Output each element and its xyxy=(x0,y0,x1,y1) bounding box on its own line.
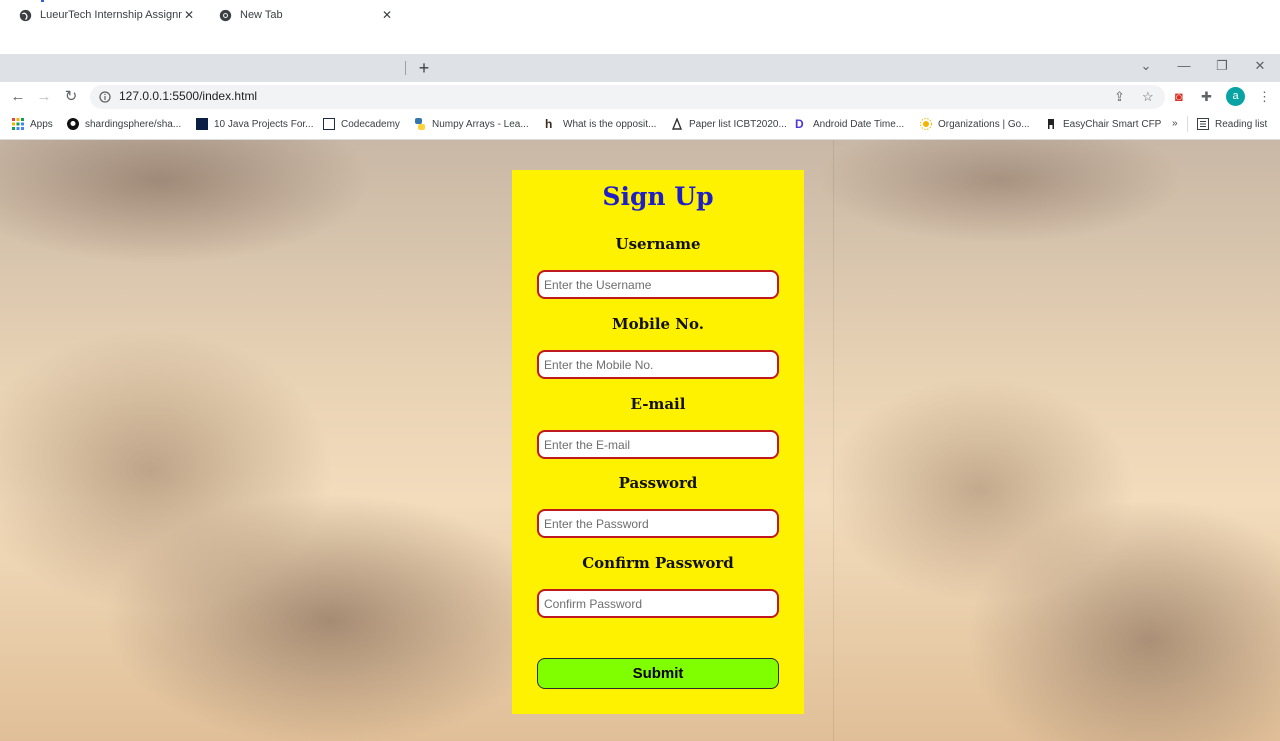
reading-list-icon xyxy=(1197,118,1209,130)
address-url[interactable]: 127.0.0.1:5500/index.html xyxy=(119,89,257,103)
bookmark-organizations[interactable]: Organizations | Go... xyxy=(920,118,1030,130)
bookmark-label: Organizations | Go... xyxy=(938,118,1030,130)
restore-button[interactable]: ❐ xyxy=(1212,58,1232,74)
tab-title: LueurTech Internship Assignment xyxy=(40,9,182,21)
username-label: Username xyxy=(615,235,701,253)
tab-separator xyxy=(405,61,406,75)
tab-strip xyxy=(0,54,1280,82)
bookmark-java-projects[interactable]: 10 Java Projects For... xyxy=(196,118,314,130)
h-logo-icon: h xyxy=(545,117,553,131)
info-icon[interactable] xyxy=(99,90,111,103)
signup-form: Sign Up Username Mobile No. E-mail Passw… xyxy=(512,170,804,714)
bookmark-github[interactable]: shardingsphere/sha... xyxy=(67,118,181,130)
globe-icon xyxy=(18,8,32,22)
bookmark-label: Paper list ICBT2020... xyxy=(689,118,787,130)
bookmark-label: 10 Java Projects For... xyxy=(214,118,314,130)
bookmark-label: Apps xyxy=(30,118,53,130)
share-icon[interactable]: ⇪ xyxy=(1114,89,1125,105)
bookmark-label: shardingsphere/sha... xyxy=(85,118,182,130)
bookmark-numpy[interactable]: Numpy Arrays - Lea... xyxy=(414,118,529,130)
bookmark-easychair[interactable]: EasyChair Smart CFP xyxy=(1045,118,1161,130)
submit-button[interactable]: Submit xyxy=(537,658,779,689)
paper-icon xyxy=(671,117,683,130)
star-icon[interactable]: ☆ xyxy=(1142,89,1154,105)
password-label: Password xyxy=(618,474,698,492)
mobile-input[interactable] xyxy=(537,350,779,379)
tab-search-icon[interactable]: ⌄ xyxy=(1136,58,1156,74)
overflow-label: » xyxy=(1172,118,1178,129)
bookmark-label: What is the opposit... xyxy=(563,118,657,130)
extensions-icon[interactable]: ✚ xyxy=(1201,89,1212,105)
email-label: E-mail xyxy=(630,395,686,413)
bookmark-hinative[interactable]: h What is the opposit... xyxy=(545,118,656,130)
bookmark-label: Android Date Time... xyxy=(813,118,905,130)
reading-list-button[interactable]: Reading list xyxy=(1187,116,1267,132)
python-icon xyxy=(414,118,426,130)
c-logo-icon xyxy=(196,118,208,130)
apps-grid-icon xyxy=(12,118,24,130)
menu-icon[interactable]: ⋮ xyxy=(1258,89,1271,105)
close-icon[interactable]: ✕ xyxy=(182,8,196,22)
forward-icon[interactable]: → xyxy=(36,89,52,105)
confirm-password-label: Confirm Password xyxy=(582,554,734,572)
bookmarks-overflow-button[interactable]: » xyxy=(1172,118,1178,129)
bookmark-android-date[interactable]: D Android Date Time... xyxy=(795,118,904,130)
username-input[interactable] xyxy=(537,270,779,299)
password-input[interactable] xyxy=(537,509,779,538)
page-viewport: Sign Up Username Mobile No. E-mail Passw… xyxy=(0,140,1280,741)
codecademy-icon xyxy=(323,118,335,130)
avatar[interactable]: a xyxy=(1226,87,1245,106)
github-icon xyxy=(67,118,79,130)
bookmark-codecademy[interactable]: Codecademy xyxy=(323,118,400,130)
bookmark-label: Numpy Arrays - Lea... xyxy=(432,118,529,130)
bookmark-label: Reading list xyxy=(1215,118,1268,130)
bookmark-apps[interactable]: Apps xyxy=(12,118,53,130)
easychair-icon xyxy=(1045,118,1057,130)
chrome-icon xyxy=(218,8,232,22)
sun-icon xyxy=(920,118,932,130)
email-input[interactable] xyxy=(537,430,779,459)
back-icon[interactable]: ← xyxy=(10,89,26,105)
confirm-password-input[interactable] xyxy=(537,589,779,618)
mobile-label: Mobile No. xyxy=(612,315,704,333)
bookmark-paper-list[interactable]: Paper list ICBT2020... xyxy=(671,117,787,130)
tab-active[interactable]: LueurTech Internship Assignment ✕ xyxy=(8,2,206,28)
close-icon[interactable]: ✕ xyxy=(380,8,394,22)
reload-icon[interactable]: ↻ xyxy=(63,89,79,105)
d-logo-icon: D xyxy=(795,117,804,131)
minimize-button[interactable]: — xyxy=(1174,58,1194,73)
new-tab-button[interactable]: + xyxy=(414,58,434,78)
bookmark-label: Codecademy xyxy=(341,118,400,130)
tab-inactive[interactable]: New Tab ✕ xyxy=(208,2,404,28)
form-title: Sign Up xyxy=(602,182,714,211)
bookmark-label: EasyChair Smart CFP xyxy=(1063,118,1162,130)
tab-title: New Tab xyxy=(240,9,283,21)
close-window-button[interactable]: ✕ xyxy=(1250,58,1270,74)
background-seam xyxy=(833,140,834,741)
extension-shield-icon[interactable]: ◙ xyxy=(1175,89,1183,104)
